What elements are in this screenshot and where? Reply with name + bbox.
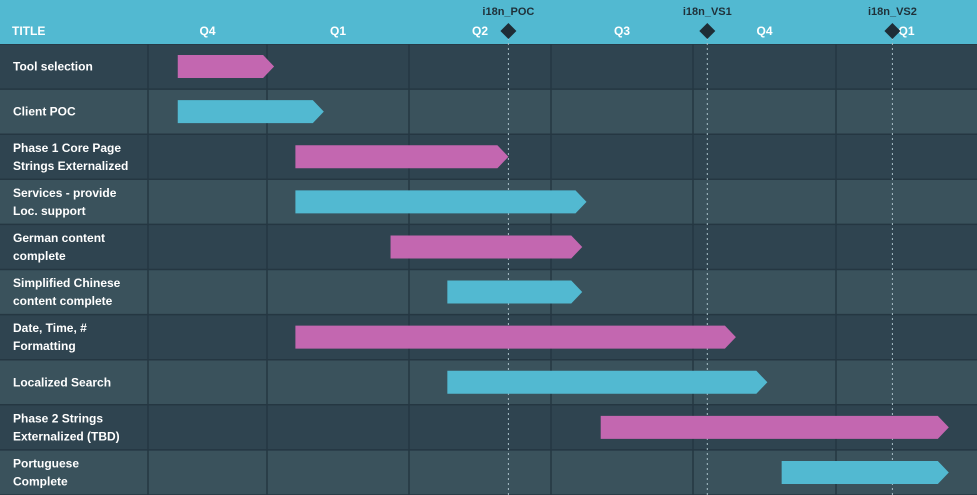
task-bar bbox=[447, 370, 768, 394]
task-label: complete bbox=[13, 249, 66, 263]
task-label: Services - provide bbox=[13, 186, 117, 200]
task-label: Formatting bbox=[13, 339, 76, 353]
task-label: content complete bbox=[13, 294, 113, 308]
task-bar bbox=[295, 325, 736, 349]
task-label: Phase 2 Strings bbox=[13, 411, 103, 425]
quarter-label: Q3 bbox=[614, 24, 630, 38]
row-band bbox=[0, 89, 977, 135]
task-bar bbox=[781, 460, 949, 484]
task-label: German content bbox=[13, 231, 105, 245]
task-label: Complete bbox=[13, 474, 68, 488]
title-column-header: TITLE bbox=[12, 24, 45, 38]
task-bar bbox=[177, 55, 275, 79]
task-bar bbox=[447, 280, 583, 304]
task-bar bbox=[177, 100, 324, 124]
task-label: Localized Search bbox=[13, 375, 111, 389]
quarter-label: Q2 bbox=[472, 24, 488, 38]
task-label: Simplified Chinese bbox=[13, 276, 121, 290]
task-label: Date, Time, # bbox=[13, 321, 87, 335]
gantt-chart: TITLE Q4 Q1 Q2 Q3 Q4 Q1 i18n_POC i18n_VS1 i18n_… bbox=[0, 0, 977, 495]
milestone-label: i18n_VS1 bbox=[683, 6, 732, 18]
row-band bbox=[0, 44, 977, 90]
task-label: Strings Externalized bbox=[13, 159, 128, 173]
task-bar bbox=[600, 415, 949, 439]
task-bar bbox=[295, 145, 509, 169]
task-bar bbox=[390, 235, 583, 259]
milestone-label: i18n_POC bbox=[482, 6, 534, 18]
task-bar bbox=[295, 190, 587, 214]
quarter-label: Q1 bbox=[330, 24, 346, 38]
task-label: Tool selection bbox=[13, 60, 93, 74]
milestone-label: i18n_VS2 bbox=[868, 6, 917, 18]
task-label: Loc. support bbox=[13, 204, 86, 218]
task-label: Externalized (TBD) bbox=[13, 429, 120, 443]
task-label: Portuguese bbox=[13, 456, 79, 470]
quarter-label: Q1 bbox=[898, 24, 914, 38]
quarter-label: Q4 bbox=[756, 24, 772, 38]
task-label: Client POC bbox=[13, 105, 76, 119]
task-label: Phase 1 Core Page bbox=[13, 141, 121, 155]
quarter-label: Q4 bbox=[199, 24, 215, 38]
